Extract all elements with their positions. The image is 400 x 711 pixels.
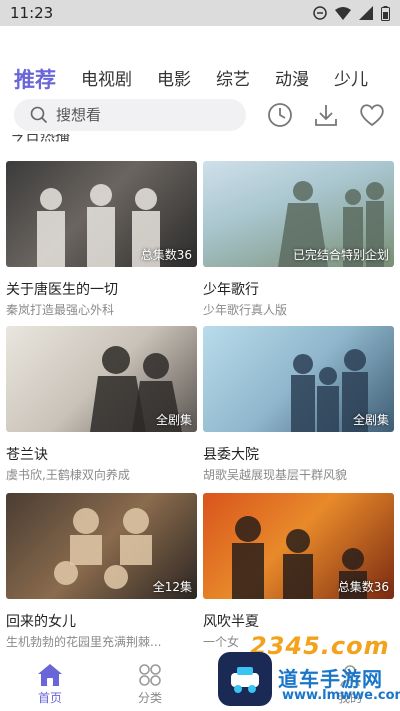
nav-home-label: 首页 xyxy=(37,691,62,705)
section-heading: 今日热播 xyxy=(10,134,130,144)
show-poster[interactable]: 总集数36 xyxy=(203,493,394,599)
nav-home[interactable]: 首页 xyxy=(0,655,100,711)
episode-badge: 总集数36 xyxy=(337,580,389,594)
show-poster[interactable]: 全12集 xyxy=(6,493,197,599)
clock-icon xyxy=(268,103,292,127)
battery-icon xyxy=(381,5,390,21)
download-icon xyxy=(315,105,337,126)
show-title: 关于唐医生的一切 xyxy=(6,282,118,297)
nav-category[interactable]: 分类 xyxy=(100,655,200,711)
tab-kids[interactable]: 少儿 xyxy=(334,68,368,92)
episode-badge: 全12集 xyxy=(152,580,192,594)
episode-badge: 已完结合特别企划 xyxy=(292,248,389,262)
show-subtitle: 少年歌行真人版 xyxy=(203,303,288,317)
wifi-icon xyxy=(335,7,351,20)
show-poster[interactable]: 全剧集 xyxy=(6,326,197,432)
bottom-nav: 首页 分类 我的 xyxy=(0,655,400,711)
show-poster[interactable]: 总集数36 xyxy=(6,161,197,267)
profile-icon xyxy=(340,665,360,687)
episode-badge: 总集数36 xyxy=(140,248,192,262)
do-not-disturb-icon xyxy=(313,6,327,20)
tab-recommend[interactable]: 推荐 xyxy=(14,68,56,92)
tab-tv-series[interactable]: 电视剧 xyxy=(81,68,132,92)
tab-anime[interactable]: 动漫 xyxy=(275,68,309,92)
show-subtitle: 胡歌吴越展现基层干群风貌 xyxy=(203,468,348,482)
status-icons xyxy=(313,5,390,21)
nav-mine-label: 我的 xyxy=(337,691,362,705)
episode-badge: 全剧集 xyxy=(352,413,389,427)
category-tabs: 推荐 电视剧 电影 综艺 动漫 少儿 xyxy=(0,58,400,92)
show-card[interactable]: 全剧集 县委大院 胡歌吴越展现基层干群风貌 xyxy=(203,326,394,483)
status-bar: 11:23 xyxy=(0,0,400,26)
search-input[interactable] xyxy=(56,106,226,124)
search-bar[interactable] xyxy=(14,99,246,131)
heart-icon xyxy=(360,104,384,127)
show-poster[interactable]: 全剧集 xyxy=(203,326,394,432)
show-card[interactable]: 总集数36 风吹半夏 一个女 xyxy=(203,493,394,650)
show-subtitle: 虞书欣,王鹤棣双向养成 xyxy=(6,468,130,482)
show-card[interactable]: 已完结合特别企划 少年歌行 少年歌行真人版 xyxy=(203,161,394,318)
show-poster[interactable]: 已完结合特别企划 xyxy=(203,161,394,267)
show-title: 苍兰诀 xyxy=(6,447,48,462)
search-icon xyxy=(30,106,48,124)
history-button[interactable] xyxy=(266,101,294,129)
show-subtitle: 生机勃勃的花园里充满荆棘... xyxy=(6,635,162,649)
nav-category-label: 分类 xyxy=(137,691,162,705)
search-actions xyxy=(266,101,386,129)
show-card[interactable]: 全剧集 苍兰诀 虞书欣,王鹤棣双向养成 xyxy=(6,326,197,483)
signal-icon xyxy=(359,6,373,20)
show-title: 回来的女儿 xyxy=(6,614,76,629)
status-time: 11:23 xyxy=(10,4,54,22)
show-subtitle: 秦岚打造最强心外科 xyxy=(6,303,115,317)
show-title: 风吹半夏 xyxy=(203,614,259,629)
tab-movies[interactable]: 电影 xyxy=(157,68,191,92)
show-subtitle: 一个女 xyxy=(203,635,240,649)
show-title: 少年歌行 xyxy=(203,282,259,297)
tab-variety[interactable]: 综艺 xyxy=(216,68,250,92)
episode-badge: 全剧集 xyxy=(155,413,192,427)
show-card[interactable]: 总集数36 关于唐医生的一切 秦岚打造最强心外科 xyxy=(6,161,197,318)
favorites-button[interactable] xyxy=(358,101,386,129)
category-icon xyxy=(139,664,161,686)
download-button[interactable] xyxy=(312,101,340,129)
nav-mine[interactable]: 我的 xyxy=(300,655,400,711)
section-title: 今日热播 xyxy=(10,134,71,144)
show-card[interactable]: 全12集 回来的女儿 生机勃勃的花园里充满荆棘... xyxy=(6,493,197,650)
nav-third[interactable] xyxy=(200,655,300,711)
home-icon xyxy=(38,664,62,686)
show-title: 县委大院 xyxy=(203,447,259,462)
